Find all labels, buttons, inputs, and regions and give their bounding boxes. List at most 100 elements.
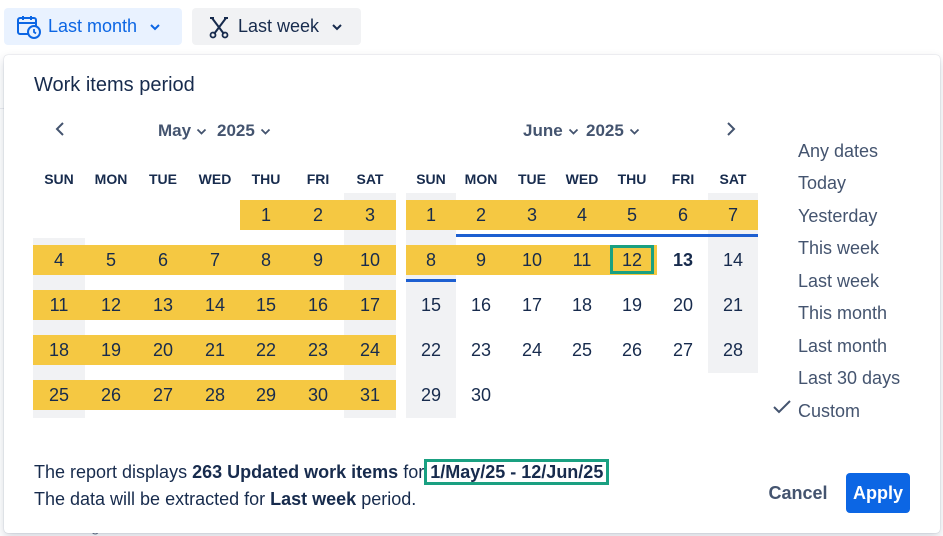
left-day-cell[interactable]: 30: [292, 373, 344, 418]
left-day-cell[interactable]: 24: [344, 328, 396, 373]
right-day-cell[interactable]: 28: [708, 328, 758, 373]
right-day-cell[interactable]: 24: [507, 328, 557, 373]
right-day-cell[interactable]: 16: [456, 283, 506, 328]
left-day-cell[interactable]: 6: [137, 238, 189, 283]
left-weekday-header: WED: [198, 171, 232, 187]
right-day-cell[interactable]: 13: [658, 238, 708, 283]
left-day-cell[interactable]: 4: [33, 238, 85, 283]
right-day-cell[interactable]: 8: [406, 238, 456, 283]
left-day-cell[interactable]: 7: [189, 238, 241, 283]
right-year-select[interactable]: 2025: [586, 119, 640, 143]
right-day-cell[interactable]: 18: [557, 283, 607, 328]
left-day-cell[interactable]: 9: [292, 238, 344, 283]
compare-dropdown-label: Last week: [238, 16, 320, 36]
left-day-cell[interactable]: 2: [292, 193, 344, 238]
chevron-down-icon: [260, 128, 271, 135]
left-day-cell[interactable]: 12: [85, 283, 137, 328]
left-day-cell[interactable]: 27: [137, 373, 189, 418]
left-day-cell[interactable]: 28: [189, 373, 241, 418]
left-day-cell[interactable]: 14: [189, 283, 241, 328]
right-year-label: 2025: [586, 121, 624, 140]
right-day-cell[interactable]: 9: [456, 238, 506, 283]
chevron-down-icon: [331, 23, 343, 31]
preset-this-week[interactable]: This week: [798, 238, 879, 259]
right-weekday-header: THU: [617, 171, 647, 187]
right-day-cell[interactable]: 10: [507, 238, 557, 283]
left-day-cell[interactable]: 29: [240, 373, 292, 418]
right-day-cell[interactable]: 15: [406, 283, 456, 328]
chevron-down-icon: [568, 128, 579, 135]
right-day-cell[interactable]: 17: [507, 283, 557, 328]
compare-dropdown-button[interactable]: Last week: [192, 8, 361, 45]
right-day-cell[interactable]: 5: [607, 193, 657, 238]
right-day-cell[interactable]: 6: [658, 193, 708, 238]
right-day-cell[interactable]: 25: [557, 328, 607, 373]
right-weekday-header: SUN: [416, 171, 446, 187]
left-day-cell[interactable]: 19: [85, 328, 137, 373]
right-weekday-header: FRI: [671, 171, 695, 187]
date-range-popup: Work items period May 2025 June 2025 SUN…: [4, 55, 940, 533]
left-day-cell[interactable]: 15: [240, 283, 292, 328]
left-day-cell[interactable]: 5: [85, 238, 137, 283]
right-day-cell[interactable]: 23: [456, 328, 506, 373]
right-day-cell[interactable]: 29: [406, 373, 456, 418]
apply-button[interactable]: Apply: [846, 473, 910, 513]
right-day-cell[interactable]: 3: [507, 193, 557, 238]
previous-month-button[interactable]: [49, 119, 71, 143]
next-month-button[interactable]: [720, 119, 742, 143]
left-day-cell[interactable]: 31: [344, 373, 396, 418]
preset-yesterday[interactable]: Yesterday: [798, 206, 877, 227]
left-day-cell[interactable]: 8: [240, 238, 292, 283]
left-day-cell[interactable]: 21: [189, 328, 241, 373]
left-day-cell[interactable]: 23: [292, 328, 344, 373]
left-day-cell[interactable]: 17: [344, 283, 396, 328]
chevron-down-icon: [629, 128, 640, 135]
right-month-label: June: [523, 121, 563, 140]
summary-prefix: The report displays: [34, 462, 188, 482]
right-day-cell[interactable]: 30: [456, 373, 506, 418]
right-day-cell[interactable]: 27: [658, 328, 708, 373]
left-day-cell[interactable]: 10: [344, 238, 396, 283]
left-day-cell[interactable]: 11: [33, 283, 85, 328]
preset-custom[interactable]: Custom: [798, 401, 860, 422]
left-month-select[interactable]: May: [158, 119, 207, 143]
right-month-select[interactable]: June: [523, 119, 579, 143]
left-year-select[interactable]: 2025: [217, 119, 271, 143]
preset-last-month[interactable]: Last month: [798, 336, 887, 357]
chevron-left-icon: [54, 121, 66, 142]
left-day-cell[interactable]: 22: [240, 328, 292, 373]
right-day-cell[interactable]: 2: [456, 193, 506, 238]
left-day-cell[interactable]: 13: [137, 283, 189, 328]
right-day-cell[interactable]: 4: [557, 193, 607, 238]
left-day-cell[interactable]: 16: [292, 283, 344, 328]
right-day-cell[interactable]: 19: [607, 283, 657, 328]
summary-item-label: Updated work items: [227, 462, 399, 482]
right-day-cell[interactable]: 1: [406, 193, 456, 238]
right-day-cell[interactable]: 7: [708, 193, 758, 238]
left-day-cell[interactable]: 1: [240, 193, 292, 238]
right-day-cell[interactable]: 21: [708, 283, 758, 328]
cancel-button[interactable]: Cancel: [760, 473, 836, 513]
summary-range: 1/May/25 - 12/Jun/25: [424, 459, 610, 485]
right-day-cell[interactable]: 20: [658, 283, 708, 328]
calendar-clock-icon: [16, 14, 42, 40]
summary-for: for: [403, 462, 425, 482]
right-day-cell[interactable]: 11: [557, 238, 607, 283]
right-day-cell[interactable]: 14: [708, 238, 758, 283]
left-day-cell[interactable]: 18: [33, 328, 85, 373]
check-icon: [772, 399, 792, 420]
preset-this-month[interactable]: This month: [798, 303, 887, 324]
preset-any-dates[interactable]: Any dates: [798, 141, 878, 162]
left-day-cell[interactable]: 3: [344, 193, 396, 238]
right-day-cell[interactable]: 26: [607, 328, 657, 373]
preset-last-week[interactable]: Last week: [798, 271, 879, 292]
summary-line2-prefix: The data will be extracted for: [34, 489, 266, 509]
left-day-cell[interactable]: 25: [33, 373, 85, 418]
left-day-cell[interactable]: 26: [85, 373, 137, 418]
preset-last-30-days[interactable]: Last 30 days: [798, 368, 900, 389]
right-day-cell[interactable]: 22: [406, 328, 456, 373]
left-weekday-header: THU: [251, 171, 281, 187]
preset-today[interactable]: Today: [798, 173, 846, 194]
left-day-cell[interactable]: 20: [137, 328, 189, 373]
period-dropdown-button[interactable]: Last month: [4, 8, 182, 45]
